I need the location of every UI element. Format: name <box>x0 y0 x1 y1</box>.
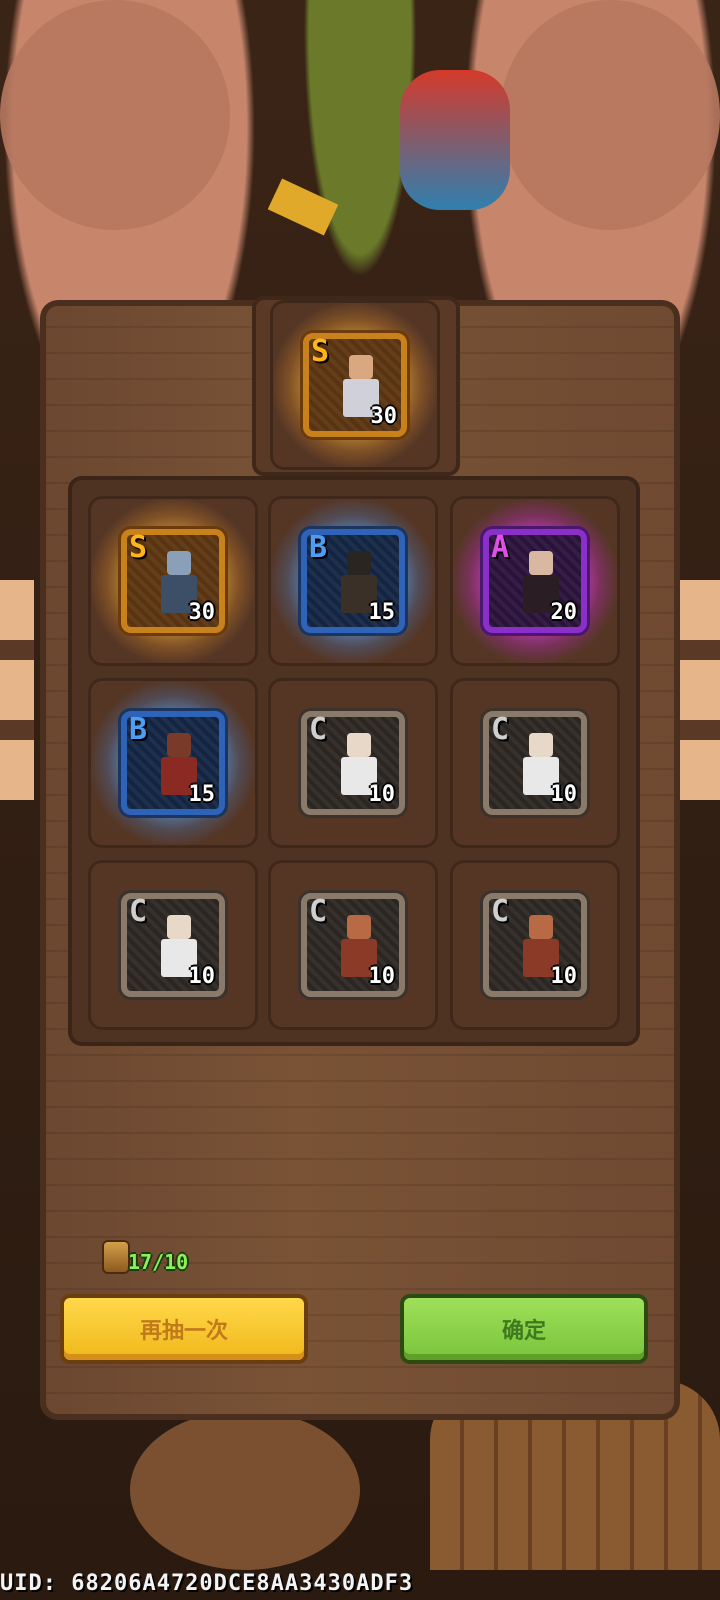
hero-card[interactable]: C 10 <box>301 711 405 815</box>
right-arm-decoration <box>500 0 720 230</box>
confirm-button[interactable]: 确定 <box>404 1298 644 1360</box>
rank-badge: B <box>309 530 328 565</box>
result-slot: C 10 <box>88 860 258 1030</box>
rank-badge: C <box>491 894 510 929</box>
coin-stack-decoration <box>680 580 720 800</box>
hero-level: 10 <box>368 964 396 989</box>
ticket-counter: 17/10 <box>104 1240 204 1280</box>
hero-level: 15 <box>368 600 396 625</box>
result-slot: S 30 <box>88 496 258 666</box>
rank-badge: S <box>129 530 148 565</box>
hero-card[interactable]: A 20 <box>483 529 587 633</box>
rank-badge: A <box>491 530 510 565</box>
parrot-decoration <box>400 70 510 210</box>
hero-level: 15 <box>188 782 216 807</box>
hero-level: 20 <box>550 600 578 625</box>
hero-level: 30 <box>370 404 398 429</box>
result-slot: C 10 <box>268 678 438 848</box>
result-slot: A 20 <box>450 496 620 666</box>
result-slot: C 10 <box>268 860 438 1030</box>
gold-bar-decoration <box>267 178 339 236</box>
rank-badge: C <box>309 894 328 929</box>
hero-level: 10 <box>550 964 578 989</box>
result-slot: B 15 <box>268 496 438 666</box>
rank-badge: S <box>311 334 330 369</box>
hero-card[interactable]: B 15 <box>121 711 225 815</box>
rank-badge: C <box>129 894 148 929</box>
game-scene: S 30 S 30 B 15 A 20 B 15 C 10 C 10 C 10 … <box>0 0 720 1600</box>
result-slot: C 10 <box>450 860 620 1030</box>
hero-card[interactable]: C 10 <box>121 893 225 997</box>
ticket-count: 17/10 <box>128 1250 189 1274</box>
result-slot: C 10 <box>450 678 620 848</box>
rank-badge: C <box>309 712 328 747</box>
coin-stack-decoration <box>0 580 34 800</box>
result-slot: B 15 <box>88 678 258 848</box>
hero-card[interactable]: C 10 <box>483 711 587 815</box>
hero-card[interactable]: S 30 <box>121 529 225 633</box>
hero-level: 30 <box>188 600 216 625</box>
hero-card[interactable]: C 10 <box>301 893 405 997</box>
left-arm-decoration <box>0 0 230 230</box>
hero-level: 10 <box>550 782 578 807</box>
sack-decoration <box>130 1410 360 1570</box>
hero-card[interactable]: B 15 <box>301 529 405 633</box>
rank-badge: B <box>129 712 148 747</box>
user-id-label: UID: 68206A4720DCE8AA3430ADF3 <box>0 1571 414 1596</box>
summon-ticket-icon <box>104 1242 128 1272</box>
hero-level: 10 <box>368 782 396 807</box>
hero-card[interactable]: C 10 <box>483 893 587 997</box>
hero-level: 10 <box>188 964 216 989</box>
featured-card-slot: S 30 <box>270 300 440 470</box>
featured-hero-card[interactable]: S 30 <box>303 333 407 437</box>
rank-badge: C <box>491 712 510 747</box>
redraw-button[interactable]: 再抽一次 <box>64 1298 304 1360</box>
